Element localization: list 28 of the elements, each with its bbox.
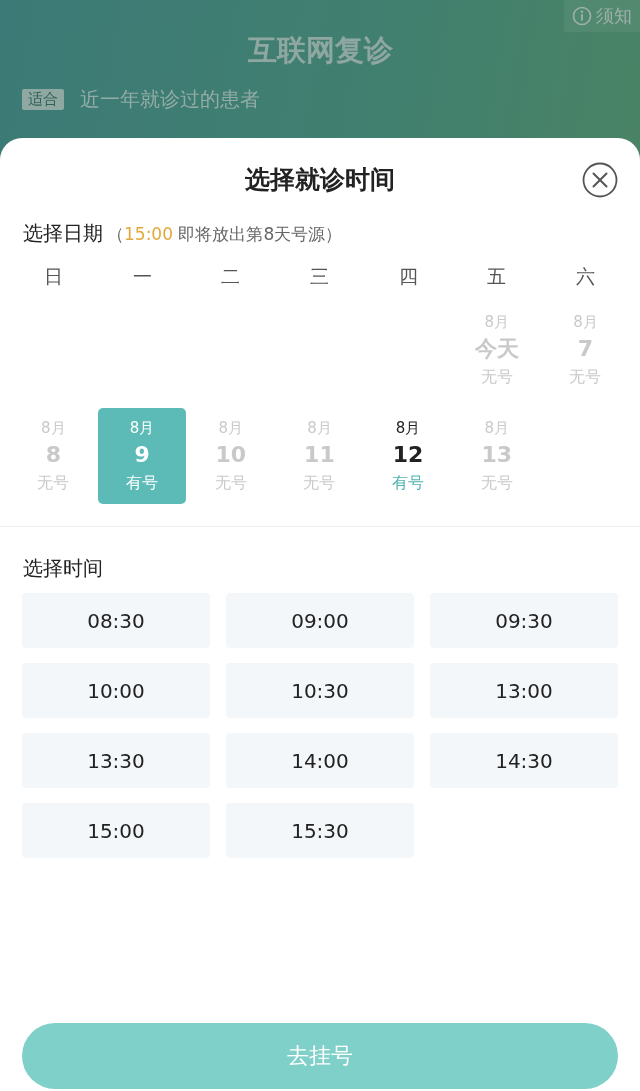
close-button[interactable] — [582, 162, 618, 198]
sheet-title: 选择就诊时间 — [245, 163, 395, 196]
date-cell[interactable]: 8月 12 有号 — [363, 408, 453, 504]
time-slot-button[interactable]: 15:00 — [22, 803, 210, 858]
time-slot-button[interactable]: 13:30 — [22, 733, 210, 788]
time-slot-button[interactable]: 09:30 — [430, 593, 618, 648]
weekday-label: 四 — [397, 264, 419, 289]
time-slot-button[interactable]: 13:00 — [430, 663, 618, 718]
weekday-label: 三 — [308, 264, 330, 289]
weekday-label: 一 — [131, 264, 153, 289]
weekday-label: 二 — [220, 264, 242, 289]
time-slot-button[interactable]: 10:30 — [226, 663, 414, 718]
info-icon — [572, 6, 592, 26]
time-slot-button[interactable]: 09:00 — [226, 593, 414, 648]
page-title: 互联网复诊 — [246, 32, 394, 69]
time-slot-button[interactable]: 14:30 — [430, 733, 618, 788]
category-tag: 适合 — [22, 88, 64, 110]
section-heading: 选择时间 — [22, 555, 104, 582]
release-note: （15:00 即将放出第8天号源） — [107, 223, 343, 246]
weekday-label: 五 — [486, 264, 508, 289]
time-slot-button[interactable]: 10:00 — [22, 663, 210, 718]
section-heading: 选择日期 — [23, 220, 103, 247]
weekday-label: 六 — [574, 264, 596, 289]
time-slot-button[interactable]: 08:30 — [22, 593, 210, 648]
time-slot-button[interactable]: 15:30 — [226, 803, 414, 858]
weekday-label: 日 — [42, 264, 64, 289]
info-text: 近一年就诊过的患者 — [80, 85, 260, 113]
time-slot-button[interactable]: 14:00 — [226, 733, 414, 788]
